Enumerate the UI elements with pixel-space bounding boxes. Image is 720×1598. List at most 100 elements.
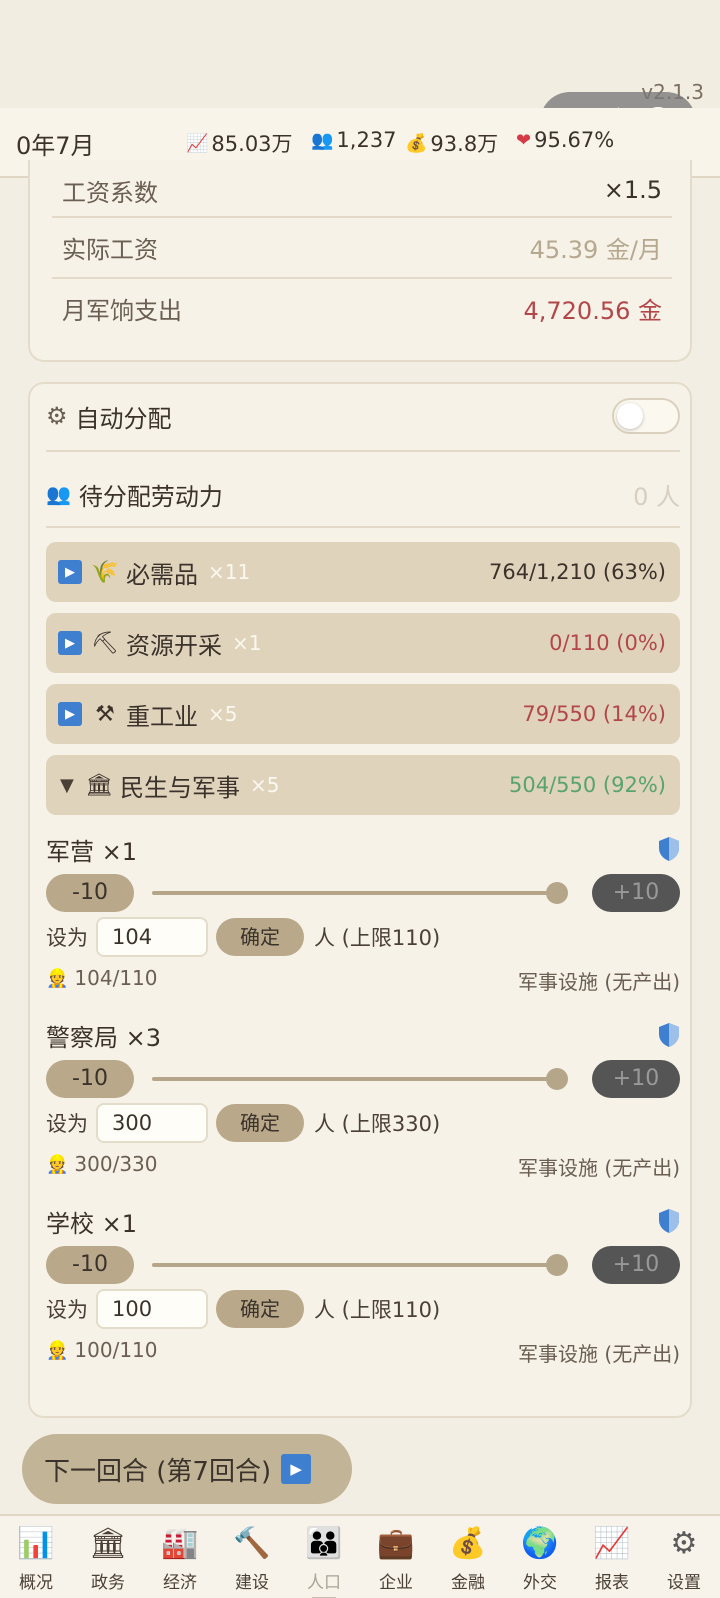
auto-allocate-label: 自动分配	[75, 404, 172, 433]
money-bag-icon: 💰	[405, 132, 428, 154]
tab-label: 人口	[307, 1573, 341, 1593]
worker-slider-handle[interactable]	[546, 882, 568, 904]
globe-icon: 🌍	[521, 1526, 559, 1561]
confirm-button[interactable]: 确定	[216, 1290, 304, 1328]
tab-settings[interactable]: ⚙ 设置	[648, 1516, 720, 1598]
tab-population[interactable]: 👪 人口	[288, 1516, 360, 1598]
decrease-10-button[interactable]: -10	[46, 1060, 134, 1098]
tab-label: 政务	[91, 1573, 125, 1593]
gear-icon: ⚙	[670, 1526, 698, 1561]
auto-allocate-row: ⚙ 自动分配	[46, 390, 680, 442]
category-name: 重工业	[126, 702, 198, 731]
decrease-10-button[interactable]: -10	[46, 874, 134, 912]
wage-row-military-pay: 月军饷支出 4,720.56 金	[52, 278, 672, 338]
worker-count-input[interactable]: 104	[96, 917, 208, 957]
set-label: 设为	[46, 1112, 88, 1136]
money-bag-icon: 💰	[449, 1526, 487, 1561]
people-icon: 👥	[46, 482, 71, 506]
pickaxe-icon: ⛏	[91, 630, 119, 656]
increase-10-button[interactable]: +10	[592, 1246, 680, 1284]
tab-reports[interactable]: 📈 报表	[576, 1516, 648, 1598]
stat-value: 93.8万	[430, 132, 499, 156]
facility-output-info: 军事设施 (无产出)	[518, 1342, 680, 1366]
category-multiplier: ×5	[208, 702, 238, 726]
worker-icon: 👷	[46, 1153, 69, 1175]
worker-count-input[interactable]: 300	[96, 1103, 208, 1143]
facility-school: 学校 ×1 -10 +10 设为 100 确定 人 (上限110) 👷 100/…	[46, 1204, 680, 1370]
tab-government[interactable]: 🏛 政务	[72, 1516, 144, 1598]
family-icon: 👪	[305, 1526, 343, 1561]
row-value: ×1.5	[603, 176, 662, 204]
category-name: 必需品	[126, 560, 198, 589]
worker-limit-text: 人 (上限330)	[314, 1112, 441, 1136]
shield-icon	[659, 1209, 679, 1233]
worker-slider-track[interactable]	[152, 1077, 560, 1081]
worker-count-input[interactable]: 100	[96, 1289, 208, 1329]
wage-row-coefficient: 工资系数 ×1.5	[52, 160, 672, 220]
shield-icon	[659, 1023, 679, 1047]
category-mining[interactable]: ▶ ⛏ 资源开采 ×1 0/110 (0%)	[46, 613, 680, 673]
tab-finance[interactable]: 💰 金融	[432, 1516, 504, 1598]
category-value: 504/550 (92%)	[509, 773, 666, 797]
tab-economy[interactable]: 🏭 经济	[144, 1516, 216, 1598]
wheat-icon: 🌾	[91, 559, 119, 585]
decrease-10-button[interactable]: -10	[46, 1246, 134, 1284]
tab-enterprise[interactable]: 💼 企业	[360, 1516, 432, 1598]
bar-chart-icon: 📊	[17, 1526, 55, 1561]
category-multiplier: ×11	[208, 560, 251, 584]
next-turn-button[interactable]: 下一回合 (第7回合) ▶	[22, 1434, 352, 1504]
stat-population: 👥 1,237	[311, 128, 397, 152]
shield-icon	[659, 837, 679, 861]
confirm-button[interactable]: 确定	[216, 918, 304, 956]
worker-count-value: 100/110	[74, 1338, 158, 1362]
briefcase-icon: 💼	[377, 1526, 415, 1561]
tab-label: 经济	[163, 1573, 197, 1593]
category-heavy-industry[interactable]: ▶ ⚒ 重工业 ×5 79/550 (14%)	[46, 684, 680, 744]
pending-labor-value: 0 人	[633, 482, 680, 511]
chart-up-icon: 📈	[593, 1526, 631, 1561]
category-value: 0/110 (0%)	[549, 631, 666, 655]
worker-count-value: 104/110	[74, 966, 158, 990]
set-worker-row: 设为 300 确定 人 (上限330)	[46, 1102, 440, 1144]
people-icon: 👥	[311, 129, 334, 151]
pending-labor-label: 待分配劳动力	[78, 482, 223, 511]
facility-title: 学校 ×1	[46, 1210, 138, 1238]
tab-label: 设置	[667, 1573, 701, 1593]
category-necessities[interactable]: ▶ 🌾 必需品 ×11 764/1,210 (63%)	[46, 542, 680, 602]
wage-row-actual: 实际工资 45.39 金/月	[52, 217, 672, 277]
stat-gdp: 📈 85.03万	[186, 128, 293, 158]
worker-icon: 👷	[46, 967, 69, 989]
tab-construction[interactable]: 🔨 建设	[216, 1516, 288, 1598]
category-value: 764/1,210 (63%)	[488, 560, 666, 584]
worker-slider-track[interactable]	[152, 891, 560, 895]
hammers-icon: ⚒	[95, 701, 115, 727]
worker-slider-handle[interactable]	[546, 1068, 568, 1090]
stat-value: 95.67%	[534, 128, 615, 152]
tab-overview[interactable]: 📊 概况	[0, 1516, 72, 1598]
category-multiplier: ×5	[250, 773, 280, 797]
facility-output-info: 军事设施 (无产出)	[518, 1156, 680, 1180]
auto-allocate-toggle[interactable]	[612, 398, 680, 434]
worker-limit-text: 人 (上限110)	[314, 926, 441, 950]
bottom-tab-bar: 📊 概况 🏛 政务 🏭 经济 🔨 建设 👪 人口 💼 企业 💰 金融 🌍 外交 …	[0, 1514, 720, 1598]
row-label: 月军饷支出	[62, 296, 182, 325]
category-multiplier: ×1	[232, 631, 262, 655]
increase-10-button[interactable]: +10	[592, 874, 680, 912]
increase-10-button[interactable]: +10	[592, 1060, 680, 1098]
row-value: 45.39 金/月	[529, 235, 662, 264]
worker-slider-track[interactable]	[152, 1263, 560, 1267]
chart-up-icon: 📈	[186, 132, 209, 154]
set-worker-row: 设为 100 确定 人 (上限110)	[46, 1288, 440, 1330]
confirm-button[interactable]: 确定	[216, 1104, 304, 1142]
worker-count: 👷 100/110	[46, 1338, 158, 1362]
tab-label: 金融	[451, 1573, 485, 1593]
divider	[46, 526, 680, 528]
worker-limit-text: 人 (上限110)	[314, 1298, 441, 1322]
facility-barracks: 军营 ×1 -10 +10 设为 104 确定 人 (上限110) 👷 104/…	[46, 832, 680, 998]
category-civil-military[interactable]: ▼ 🏛 民生与军事 ×5 504/550 (92%)	[46, 755, 680, 815]
set-label: 设为	[46, 926, 88, 950]
tab-diplomacy[interactable]: 🌍 外交	[504, 1516, 576, 1598]
category-name: 资源开采	[126, 631, 222, 660]
worker-icon: 👷	[46, 1339, 69, 1361]
worker-slider-handle[interactable]	[546, 1254, 568, 1276]
